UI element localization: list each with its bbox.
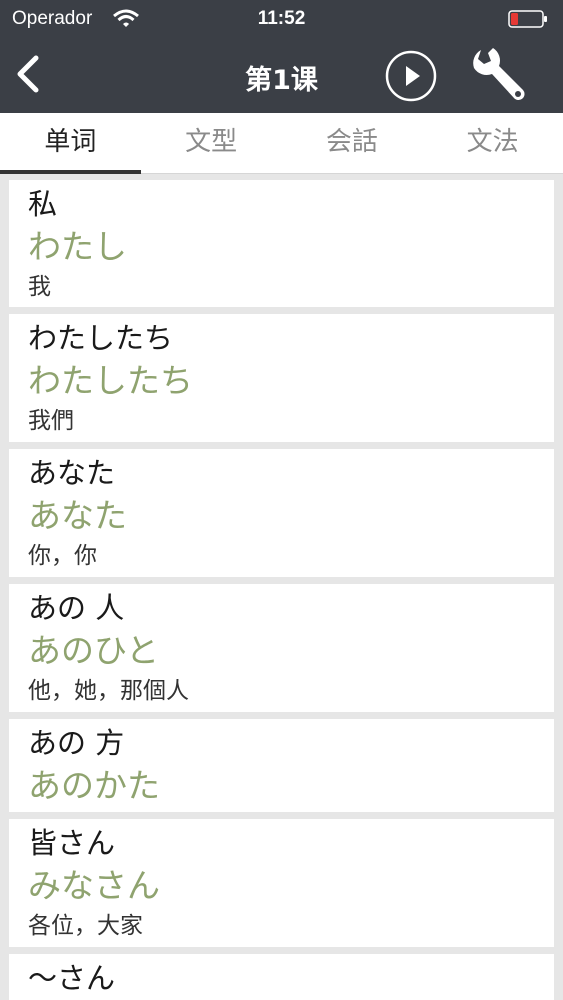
vocab-word: 皆さん bbox=[28, 826, 116, 860]
page-title: 第1课 bbox=[245, 65, 318, 96]
vocab-reading: あのかた bbox=[28, 766, 160, 805]
vocab-word: ～さん bbox=[28, 961, 116, 995]
vocab-reading: みなさん bbox=[28, 866, 160, 905]
vocab-reading: あのひと bbox=[28, 631, 160, 670]
play-audio-button[interactable] bbox=[385, 50, 437, 102]
vocab-word: わたしたち bbox=[28, 321, 174, 355]
vocab-item[interactable]: わたしたち わたしたち 我們 bbox=[9, 314, 554, 442]
tab-sentence-patterns[interactable]: 文型 bbox=[141, 113, 282, 173]
vocab-meaning: 你，你 bbox=[28, 543, 97, 569]
vocab-meaning: 各位，大家 bbox=[28, 913, 143, 939]
vocab-item[interactable]: 私 わたし 我 bbox=[9, 180, 554, 307]
nav-bar: 第1课 bbox=[0, 38, 563, 113]
vocab-meaning: 他，她，那個人 bbox=[28, 678, 189, 704]
battery-icon bbox=[508, 10, 548, 28]
vocab-list: 私 わたし 我 わたしたち わたしたち 我們 あなた あなた 你，你 あの 人 … bbox=[9, 180, 554, 1000]
vocab-meaning: 我們 bbox=[28, 408, 74, 434]
back-button[interactable] bbox=[8, 52, 48, 96]
vocab-word: 私 bbox=[28, 187, 58, 221]
vocab-item[interactable]: あの 方 あのかた bbox=[9, 719, 554, 812]
top-bar: Operador 11:52 第1课 bbox=[0, 0, 563, 113]
wrench-icon bbox=[473, 48, 525, 101]
status-time: 11:52 bbox=[257, 8, 306, 29]
tab-vocabulary[interactable]: 单词 bbox=[0, 113, 141, 174]
vocab-item[interactable]: ～さん bbox=[9, 954, 554, 1000]
vocab-reading: あなた bbox=[28, 496, 127, 535]
vocab-word: あの 人 bbox=[28, 591, 125, 625]
tab-bar: 单词 文型 会話 文法 bbox=[0, 113, 563, 174]
tab-grammar[interactable]: 文法 bbox=[422, 113, 563, 173]
vocab-item[interactable]: 皆さん みなさん 各位，大家 bbox=[9, 819, 554, 947]
vocab-item[interactable]: あなた あなた 你，你 bbox=[9, 449, 554, 577]
app-screen: Operador 11:52 第1课 单词 文型 会話 文法 私 わたし 我 わ… bbox=[0, 0, 563, 1000]
chevron-left-icon bbox=[17, 55, 39, 93]
vocab-word: あの 方 bbox=[28, 726, 125, 760]
vocab-reading: わたしたち bbox=[28, 361, 193, 400]
play-circle-icon bbox=[385, 50, 437, 102]
tab-conversation[interactable]: 会話 bbox=[282, 113, 423, 173]
vocab-item[interactable]: あの 人 あのひと 他，她，那個人 bbox=[9, 584, 554, 712]
status-bar: Operador 11:52 bbox=[0, 0, 563, 38]
vocab-word: あなた bbox=[28, 456, 116, 490]
settings-button[interactable] bbox=[466, 42, 532, 108]
vocab-reading: わたし bbox=[28, 227, 127, 266]
vocab-meaning: 我 bbox=[28, 274, 51, 300]
